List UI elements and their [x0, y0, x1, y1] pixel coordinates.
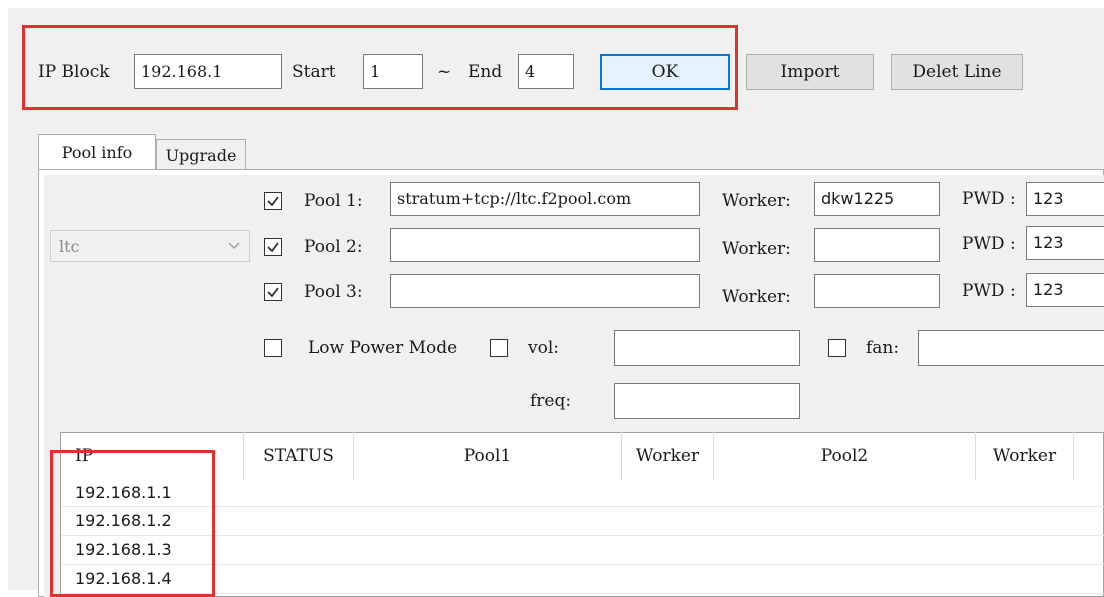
checkmark-icon — [267, 242, 279, 253]
checkmark-icon — [267, 287, 279, 298]
pool-3-worker-input[interactable] — [814, 274, 940, 308]
table-row[interactable]: 192.168.1.1 — [61, 480, 1104, 506]
column-header-worker-1[interactable]: Worker — [622, 432, 714, 480]
freq-label: freq: — [530, 391, 572, 411]
pool-1-checkbox[interactable] — [264, 192, 282, 210]
column-header-pool2[interactable]: Pool2 — [714, 432, 976, 480]
fan-label: fan: — [866, 338, 900, 358]
fan-checkbox[interactable] — [828, 339, 846, 357]
pool-2-checkbox[interactable] — [264, 238, 282, 256]
freq-input[interactable] — [614, 383, 800, 419]
checkmark-icon — [267, 196, 279, 207]
pool-2-pwd-input[interactable]: 123 — [1026, 226, 1104, 260]
range-separator: ~ — [437, 62, 452, 82]
ip-block-input[interactable]: 192.168.1 — [134, 54, 282, 89]
pool-3-url-input[interactable] — [390, 274, 700, 308]
pool-1-worker-label: Worker: — [722, 191, 791, 211]
tab-upgrade[interactable]: Upgrade — [156, 139, 246, 170]
table-row[interactable]: 192.168.1.3 — [61, 536, 1104, 564]
table-row[interactable]: 192.168.1.4 — [61, 565, 1104, 593]
pool-2-label: Pool 2: — [304, 237, 363, 257]
pool-2-url-input[interactable] — [390, 228, 700, 262]
pool-2-worker-input[interactable] — [814, 228, 940, 262]
ip-cell: 192.168.1.4 — [75, 569, 172, 588]
tab-pool-info[interactable]: Pool info — [38, 134, 156, 170]
end-label: End — [468, 62, 503, 82]
pool-1-worker-input[interactable]: dkw1225 — [814, 182, 940, 216]
column-header-pool1[interactable]: Pool1 — [354, 432, 622, 480]
fan-input[interactable] — [918, 330, 1104, 366]
start-label: Start — [292, 62, 336, 82]
coin-select[interactable]: ltc — [50, 230, 250, 262]
pool-3-worker-label: Worker: — [722, 287, 791, 307]
pool-3-pwd-input[interactable]: 123 — [1026, 273, 1104, 307]
pool-1-pwd-input[interactable]: 123 — [1026, 182, 1104, 216]
row-divider — [61, 593, 1104, 594]
ip-cell: 192.168.1.2 — [75, 511, 172, 530]
chevron-down-icon — [227, 237, 241, 256]
coin-select-value: ltc — [59, 236, 80, 256]
pool-1-url-input[interactable]: stratum+tcp://ltc.f2pool.com — [390, 182, 700, 216]
pool-3-checkbox[interactable] — [264, 283, 282, 301]
pool-3-pwd-label: PWD : — [962, 281, 1016, 301]
vol-label: vol: — [528, 338, 560, 358]
ip-cell: 192.168.1.1 — [75, 483, 172, 502]
pool-2-pwd-label: PWD : — [962, 234, 1016, 254]
pool-1-label: Pool 1: — [304, 191, 363, 211]
vol-checkbox[interactable] — [490, 339, 508, 357]
vol-input[interactable] — [614, 330, 800, 366]
pool-2-worker-label: Worker: — [722, 239, 791, 259]
low-power-mode-checkbox[interactable] — [264, 339, 282, 357]
low-power-mode-label: Low Power Mode — [308, 338, 458, 358]
column-header-ip[interactable]: IP — [61, 432, 244, 480]
start-input[interactable]: 1 — [363, 54, 423, 89]
pool-3-label: Pool 3: — [304, 282, 363, 302]
pool-1-pwd-label: PWD : — [962, 189, 1016, 209]
table-row[interactable]: 192.168.1.2 — [61, 507, 1104, 535]
ip-cell: 192.168.1.3 — [75, 540, 172, 559]
delete-line-button[interactable]: Delet Line — [891, 54, 1023, 90]
column-header-worker-2[interactable]: Worker — [976, 432, 1074, 480]
import-button[interactable]: Import — [746, 54, 874, 90]
column-header-status[interactable]: STATUS — [244, 432, 354, 480]
ip-block-label: IP Block — [38, 62, 110, 82]
ok-button[interactable]: OK — [600, 54, 730, 90]
end-input[interactable]: 4 — [518, 54, 574, 89]
